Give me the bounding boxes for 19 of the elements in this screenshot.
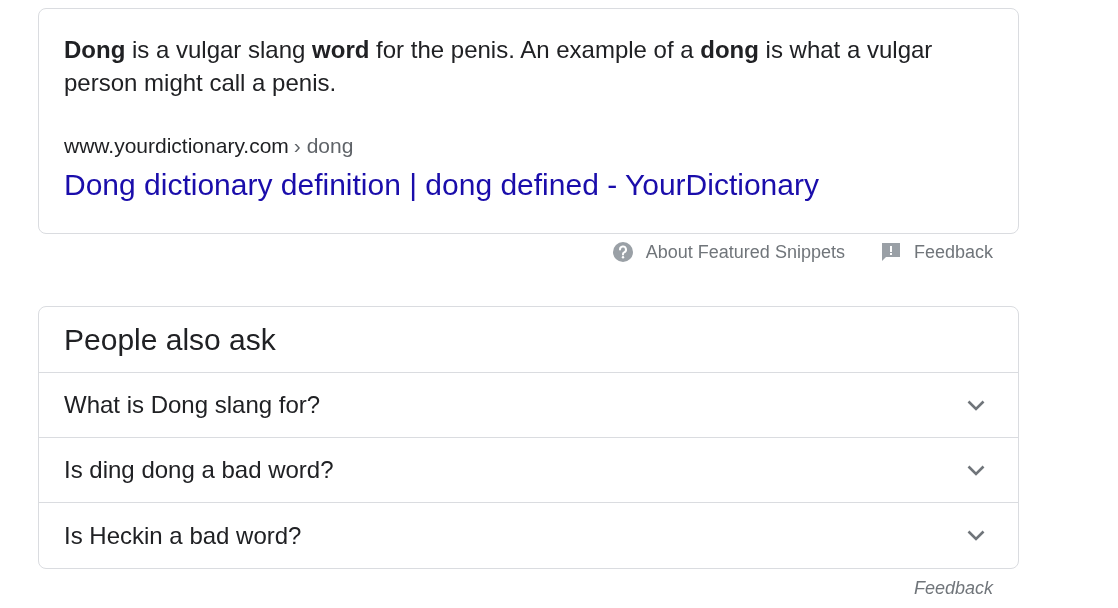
question-text: What is Dong slang for? — [64, 390, 321, 420]
question-row[interactable]: Is ding dong a bad word? — [39, 438, 1018, 503]
chevron-icon — [967, 399, 985, 411]
about-snippets-link[interactable]: About Featured Snippets — [612, 240, 845, 264]
source-url: www.yourdictionary.com — [64, 134, 289, 158]
section-heading: People also ask — [64, 322, 276, 358]
feedback-link[interactable]: Feedback — [913, 576, 993, 600]
source-path: › dong — [293, 134, 354, 158]
help-icon — [612, 242, 633, 262]
question-text: Is ding dong a bad word? — [64, 455, 334, 485]
chevron-icon — [967, 464, 985, 476]
snippet-text: Dong is a vulgar slang word for the penis. An example of a dong is what a vulgar person might call a penis. — [64, 35, 934, 98]
question-row[interactable]: Is Heckin a bad word? — [39, 503, 1018, 568]
feedback-link[interactable]: Feedback — [880, 240, 993, 264]
result-title-link[interactable]: Dong dictionary definition | dong defined - YourDictionary — [64, 168, 819, 201]
question-row[interactable]: What is Dong slang for? — [39, 373, 1018, 438]
feedback-icon — [880, 242, 901, 262]
question-text: Is Heckin a bad word? — [64, 520, 302, 551]
chevron-icon — [967, 530, 985, 541]
